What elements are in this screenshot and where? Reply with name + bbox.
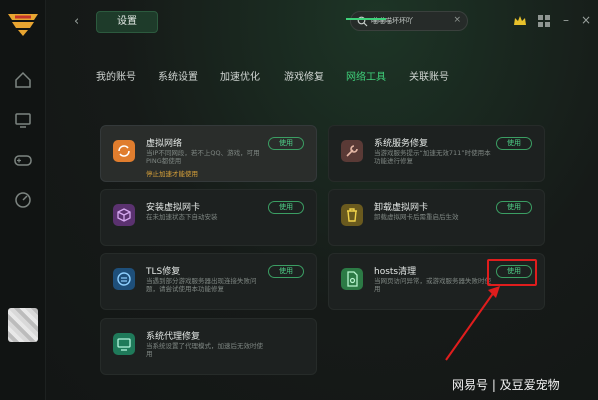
watermark: 网易号 | 及豆爱宠物: [452, 378, 560, 392]
annotation-arrow: [445, 286, 500, 361]
